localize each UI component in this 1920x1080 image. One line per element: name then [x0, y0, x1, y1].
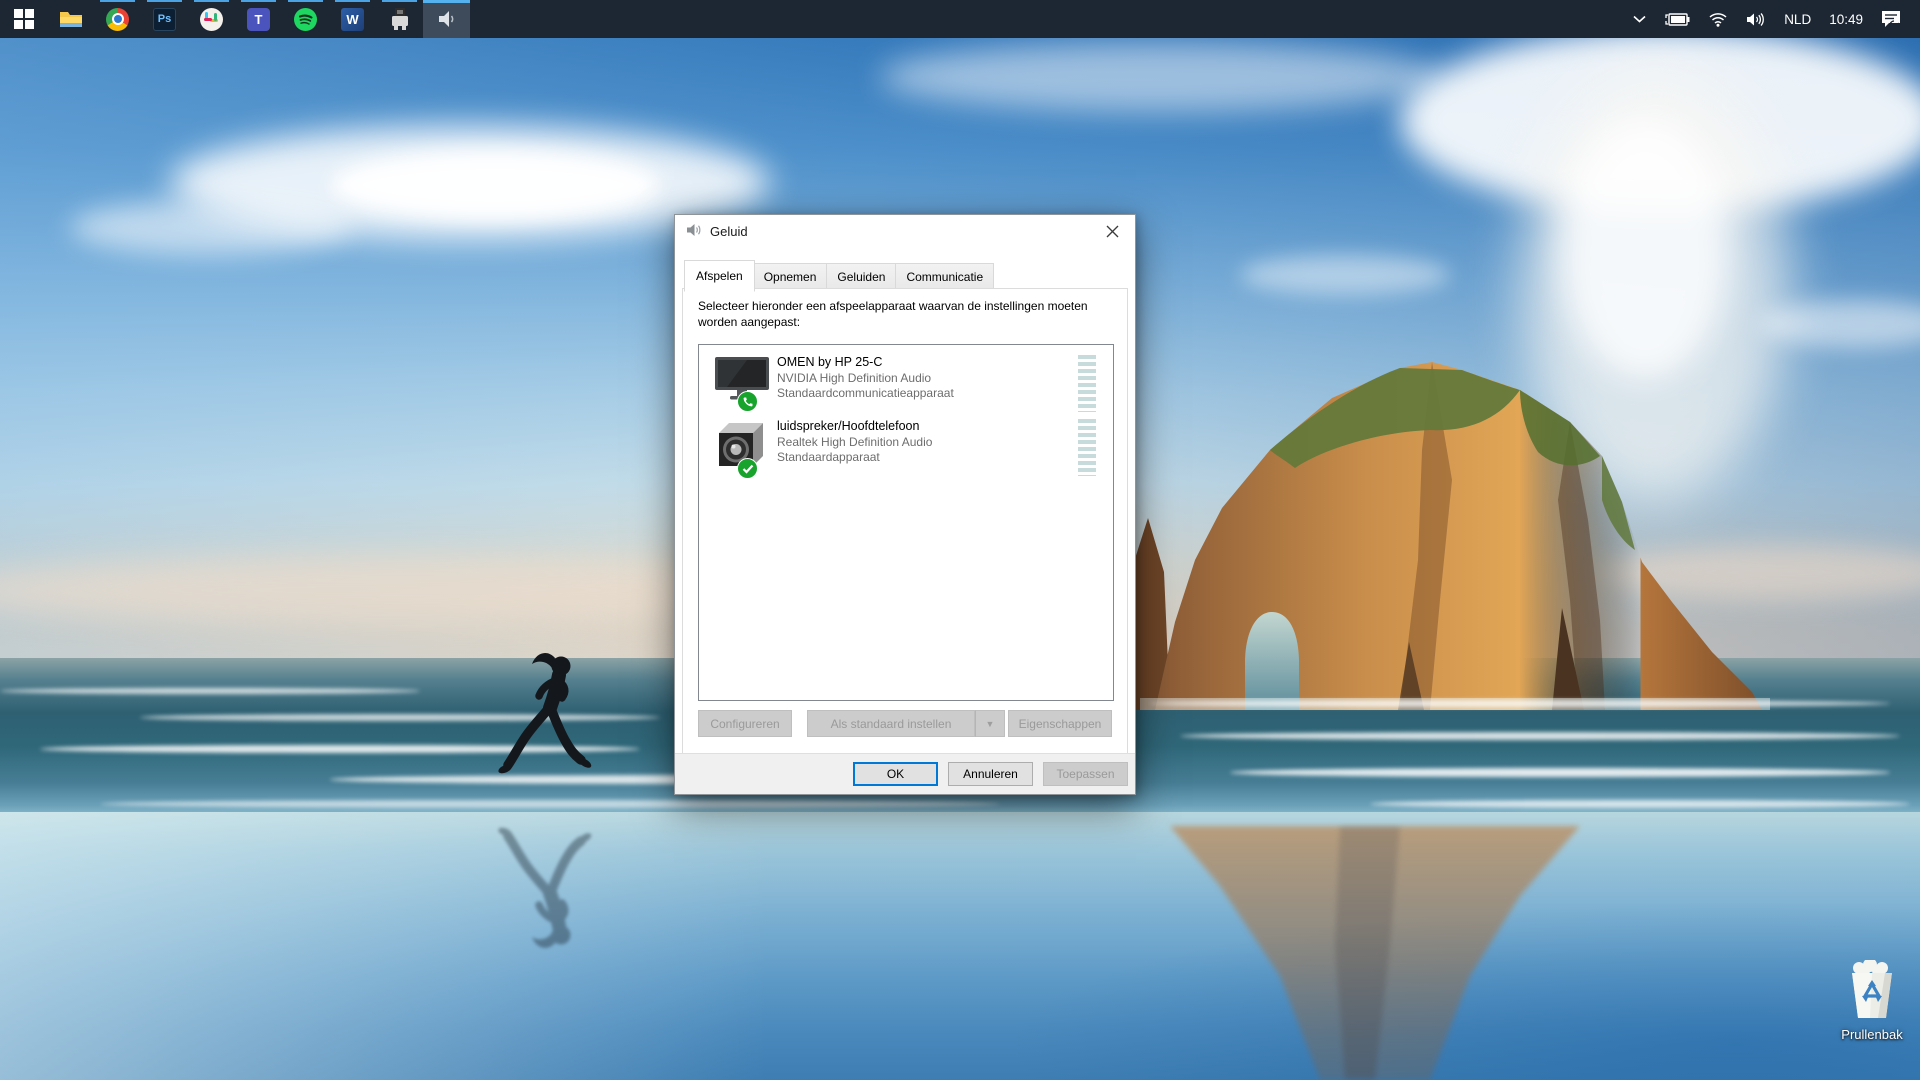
wave-foam — [1150, 700, 1890, 707]
clock-time: 10:49 — [1829, 12, 1863, 27]
properties-button[interactable]: Eigenschappen — [1008, 710, 1112, 737]
file-explorer-icon — [59, 7, 83, 31]
device-status: Standaardcommunicatieapparaat — [777, 386, 954, 402]
wave-foam — [0, 688, 420, 694]
running-indicator — [241, 0, 276, 2]
default-communication-badge — [737, 391, 758, 412]
running-indicator — [194, 0, 229, 2]
phone-icon — [742, 396, 754, 408]
rock-reflection — [1140, 826, 1620, 1080]
device-info: luidspreker/Hoofdtelefoon Realtek High D… — [777, 419, 932, 466]
recycle-bin-icon — [1845, 960, 1899, 1020]
level-meter — [1078, 419, 1096, 476]
recycle-bin[interactable]: Prullenbak — [1828, 960, 1916, 1042]
language-indicator[interactable]: NLD — [1775, 0, 1820, 38]
close-button[interactable] — [1089, 215, 1135, 247]
active-running-indicator — [423, 0, 470, 3]
taskbar-item-slack[interactable] — [188, 0, 235, 38]
device-driver: NVIDIA High Definition Audio — [777, 371, 954, 387]
running-indicator — [335, 0, 370, 2]
windows-logo-icon — [14, 9, 34, 29]
clock[interactable]: 10:49 — [1820, 0, 1872, 38]
cloud — [1560, 120, 1730, 380]
checkmark-icon — [742, 464, 754, 474]
spotify-icon — [294, 8, 317, 31]
cloud — [70, 200, 350, 255]
chrome-icon — [106, 8, 129, 31]
usb-device-icon — [388, 7, 412, 31]
dialog-title: Geluid — [710, 224, 748, 239]
teams-icon: T — [247, 8, 270, 31]
taskbar-item-usb-device[interactable] — [376, 0, 423, 38]
dialog-titlebar[interactable]: Geluid — [675, 215, 1135, 248]
tab-afspelen[interactable]: Afspelen — [684, 260, 755, 292]
wave-foam — [1230, 768, 1890, 777]
device-status: Standaardapparaat — [777, 450, 932, 466]
dialog-footer: OK Annuleren Toepassen — [675, 753, 1135, 794]
running-indicator — [147, 0, 182, 2]
runner-reflection — [495, 799, 613, 949]
cloud — [330, 150, 660, 220]
set-default-dropdown-arrow[interactable]: ▼ — [975, 710, 1005, 737]
device-driver: Realtek High Definition Audio — [777, 435, 932, 451]
device-name: luidspreker/Hoofdtelefoon — [777, 419, 932, 435]
taskbar-item-teams[interactable]: T — [235, 0, 282, 38]
sound-dialog: Geluid Afspelen Opnemen Geluiden Communi… — [674, 214, 1136, 795]
word-icon: W — [341, 8, 364, 31]
slack-icon — [200, 8, 223, 31]
running-indicator — [100, 0, 135, 2]
taskbar-item-file-explorer[interactable] — [47, 0, 94, 38]
running-indicator — [382, 0, 417, 2]
configure-button[interactable]: Configureren — [698, 710, 792, 737]
close-icon — [1106, 225, 1119, 238]
taskbar-item-spotify[interactable] — [282, 0, 329, 38]
wifi-icon[interactable] — [1699, 0, 1737, 38]
language-code: NLD — [1784, 12, 1811, 27]
tray-chevron-icon[interactable] — [1624, 0, 1655, 38]
running-indicator — [288, 0, 323, 2]
apply-button[interactable]: Toepassen — [1043, 762, 1128, 786]
taskbar-item-chrome[interactable] — [94, 0, 141, 38]
playback-tab-page: Selecteer hieronder een afspeelapparaat … — [682, 288, 1128, 754]
volume-tray-icon[interactable] — [1737, 0, 1775, 38]
device-info: OMEN by HP 25-C NVIDIA High Definition A… — [777, 355, 954, 402]
instruction-text: Selecteer hieronder een afspeelapparaat … — [698, 298, 1122, 330]
speaker-taskbar-icon — [435, 7, 459, 31]
taskbar-apps: Ps T — [0, 0, 470, 38]
default-device-badge — [737, 458, 758, 479]
runner-silhouette — [495, 652, 613, 802]
photoshop-icon: Ps — [153, 8, 176, 31]
wave-foam — [1180, 732, 1900, 740]
device-row-omen[interactable]: OMEN by HP 25-C NVIDIA High Definition A… — [705, 353, 1105, 415]
device-name: OMEN by HP 25-C — [777, 355, 954, 371]
cloud — [880, 42, 1440, 112]
taskbar-item-word[interactable]: W — [329, 0, 376, 38]
taskbar-item-photoshop[interactable]: Ps — [141, 0, 188, 38]
start-button[interactable] — [0, 0, 47, 38]
sound-dialog-icon — [686, 222, 702, 241]
taskbar-item-volume-mixer[interactable] — [423, 0, 470, 38]
screen: Ps T — [0, 0, 1920, 1080]
wave-foam — [1370, 800, 1910, 808]
taskbar: Ps T — [0, 0, 1920, 38]
battery-icon[interactable] — [1655, 0, 1699, 38]
playback-device-list[interactable]: OMEN by HP 25-C NVIDIA High Definition A… — [698, 344, 1114, 701]
ok-button[interactable]: OK — [853, 762, 938, 786]
device-action-buttons: Configureren Als standaard instellen ▼ E… — [698, 710, 1112, 737]
recycle-bin-label: Prullenbak — [1828, 1027, 1916, 1042]
system-tray: NLD 10:49 — [1624, 0, 1920, 38]
action-center-icon[interactable] — [1872, 0, 1910, 38]
cloud — [1240, 255, 1450, 295]
set-default-button[interactable]: Als standaard instellen — [807, 710, 975, 737]
rock-formation — [1100, 360, 1920, 710]
level-meter — [1078, 355, 1096, 412]
cancel-button[interactable]: Annuleren — [948, 762, 1033, 786]
set-default-split-button: Als standaard instellen ▼ — [807, 710, 1005, 737]
device-row-speakers[interactable]: luidspreker/Hoofdtelefoon Realtek High D… — [705, 417, 1105, 479]
